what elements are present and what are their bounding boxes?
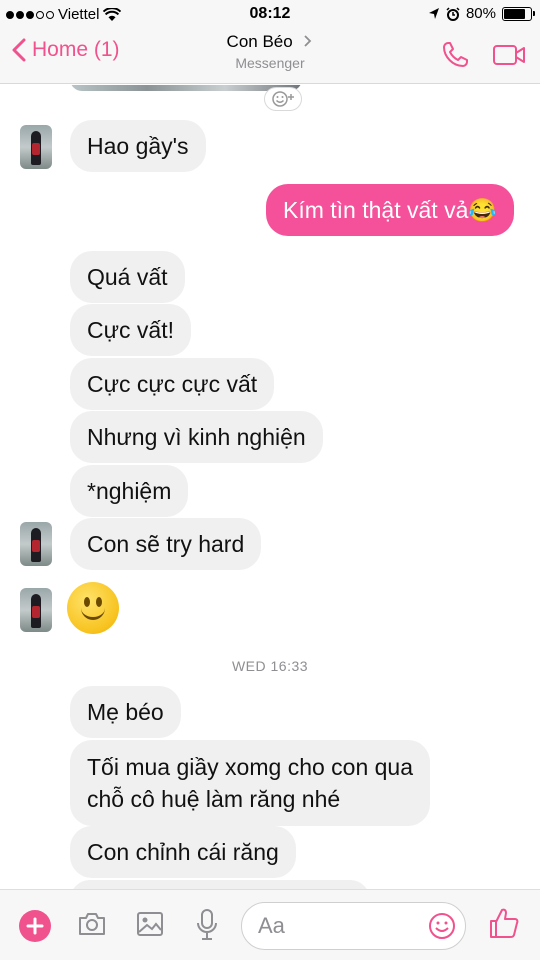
incoming-message[interactable]: Cực vất! — [70, 304, 191, 356]
incoming-message[interactable]: Hao gầy's — [70, 120, 206, 172]
incoming-message[interactable]: Con sẽ try hard — [70, 518, 262, 570]
add-reaction-button[interactable] — [264, 87, 302, 111]
phone-icon[interactable] — [440, 40, 470, 70]
alarm-icon — [446, 6, 460, 21]
message-list[interactable]: Hao gầy's Kím tìn thật vất vả😂 Quá vất C… — [0, 85, 540, 889]
thumbs-up-icon[interactable] — [488, 906, 520, 940]
message-timestamp: WED 16:33 — [231, 658, 309, 674]
location-arrow-icon — [428, 8, 439, 19]
incoming-message[interactable]: Tối mua giầy xomg cho con qua chỗ cô huệ… — [70, 740, 431, 826]
image-icon[interactable] — [135, 908, 165, 940]
more-actions-button[interactable] — [19, 910, 51, 942]
camera-icon[interactable] — [76, 908, 108, 940]
chevron-right-icon — [304, 35, 312, 47]
conversation-header: Home (1) Con Béo Messenger — [0, 28, 540, 84]
plus-icon — [26, 917, 44, 935]
incoming-message[interactable]: Nhưng vì kinh nghiện — [70, 411, 323, 463]
microphone-icon[interactable] — [194, 908, 220, 942]
battery-icon — [502, 6, 535, 21]
incoming-message[interactable]: Mẹ béo — [70, 686, 181, 738]
incoming-message-partial[interactable] — [70, 880, 370, 889]
smiley-sticker[interactable] — [67, 582, 119, 634]
emoji-icon[interactable] — [427, 911, 457, 941]
message-input[interactable] — [258, 911, 418, 941]
add-reaction-icon — [272, 91, 294, 107]
message-line: chỗ cô huệ làm răng nhé — [87, 786, 341, 812]
status-right: 80% — [428, 5, 535, 22]
message-input-box — [241, 902, 466, 950]
video-camera-icon[interactable] — [492, 43, 526, 67]
message-line: Tối mua giầy xomg cho con qua — [87, 754, 414, 780]
contact-avatar[interactable] — [20, 125, 52, 169]
status-bar: Viettel 08:12 80% — [0, 0, 540, 28]
nav-actions — [440, 40, 526, 70]
composer-bar — [0, 889, 540, 960]
battery-percent: 80% — [465, 5, 496, 22]
contact-avatar[interactable] — [20, 588, 52, 632]
contact-avatar[interactable] — [20, 522, 52, 566]
incoming-message[interactable]: Quá vất — [70, 251, 185, 303]
outgoing-message[interactable]: Kím tìn thật vất vả😂 — [266, 184, 514, 236]
incoming-message[interactable]: *nghiệm — [70, 465, 189, 517]
incoming-message[interactable]: Con chỉnh cái răng — [70, 826, 296, 878]
incoming-message[interactable]: Cực cực cực vất — [70, 358, 275, 410]
contact-name: Con Béo — [226, 32, 293, 51]
